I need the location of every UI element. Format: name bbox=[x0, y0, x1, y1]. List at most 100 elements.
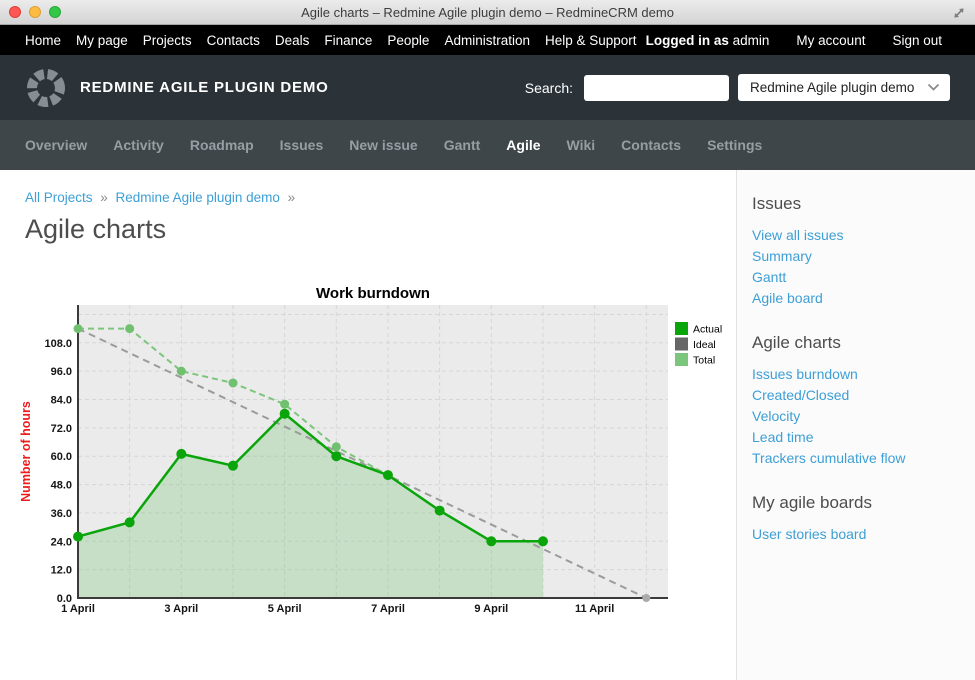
project-select-value: Redmine Agile plugin demo bbox=[750, 80, 914, 95]
breadcrumb-link[interactable]: Redmine Agile plugin demo bbox=[116, 190, 280, 205]
svg-text:36.0: 36.0 bbox=[51, 508, 72, 520]
svg-text:5 April: 5 April bbox=[268, 603, 302, 615]
tab-activity[interactable]: Activity bbox=[113, 137, 164, 153]
sidebar-link-user-stories-board[interactable]: User stories board bbox=[752, 523, 965, 544]
breadcrumb-separator: » bbox=[280, 190, 299, 205]
y-axis-labels: 0.012.024.036.048.060.072.084.096.0108.0 bbox=[44, 338, 72, 605]
sidebar-section: My agile boards User stories board bbox=[752, 493, 965, 544]
page-content: All Projects » Redmine Agile plugin demo… bbox=[0, 170, 975, 680]
header-tools: Search: Redmine Agile plugin demo bbox=[525, 74, 950, 101]
data-point bbox=[125, 517, 135, 527]
data-point bbox=[332, 442, 341, 451]
svg-text:11 April: 11 April bbox=[575, 603, 614, 615]
legend-label: Actual bbox=[693, 324, 722, 336]
project-tabbar: Overview Activity Roadmap Issues New issue Ga… bbox=[0, 120, 975, 170]
sidebar-link-agile-board[interactable]: Agile board bbox=[752, 287, 965, 308]
project-select[interactable]: Redmine Agile plugin demo bbox=[738, 74, 950, 101]
sidebar-link-velocity[interactable]: Velocity bbox=[752, 405, 965, 426]
top-nav-account: Logged in as admin My account Sign out bbox=[646, 33, 942, 48]
tab-roadmap[interactable]: Roadmap bbox=[190, 137, 254, 153]
data-point bbox=[228, 378, 237, 387]
sidebar-heading: My agile boards bbox=[752, 493, 965, 513]
data-point bbox=[331, 451, 341, 461]
top-nav-item[interactable]: Finance bbox=[324, 33, 372, 48]
tab-overview[interactable]: Overview bbox=[25, 137, 87, 153]
top-nav-list: Home My page Projects Contacts Deals Finance P… bbox=[25, 33, 637, 48]
current-user-link[interactable]: admin bbox=[733, 33, 770, 48]
account-link[interactable]: My account bbox=[796, 33, 865, 48]
data-point bbox=[125, 324, 134, 333]
tab-settings[interactable]: Settings bbox=[707, 137, 762, 153]
sidebar-heading: Issues bbox=[752, 194, 965, 214]
tab-agile[interactable]: Agile bbox=[506, 137, 540, 153]
svg-text:84.0: 84.0 bbox=[51, 395, 72, 407]
tab-gantt[interactable]: Gantt bbox=[444, 137, 481, 153]
tab-wiki[interactable]: Wiki bbox=[567, 137, 596, 153]
series-ideal-points bbox=[642, 594, 650, 602]
top-nav-item[interactable]: People bbox=[387, 33, 429, 48]
sidebar-link-summary[interactable]: Summary bbox=[752, 245, 965, 266]
top-nav-item[interactable]: Home bbox=[25, 33, 61, 48]
svg-text:3 April: 3 April bbox=[164, 603, 198, 615]
breadcrumb-separator: » bbox=[93, 190, 116, 205]
data-point bbox=[435, 506, 445, 516]
search-input[interactable] bbox=[584, 75, 729, 101]
svg-text:1 April: 1 April bbox=[61, 603, 95, 615]
chart-legend: Actual Ideal Total bbox=[675, 322, 722, 367]
legend-swatch-total bbox=[675, 353, 688, 366]
svg-text:24.0: 24.0 bbox=[51, 536, 72, 548]
logged-in-status: Logged in as admin bbox=[646, 33, 770, 48]
legend-swatch-actual bbox=[675, 322, 688, 335]
data-point bbox=[538, 536, 548, 546]
svg-text:108.0: 108.0 bbox=[44, 338, 72, 350]
svg-text:60.0: 60.0 bbox=[51, 451, 72, 463]
data-point bbox=[176, 449, 186, 459]
sidebar-link-created-closed[interactable]: Created/Closed bbox=[752, 384, 965, 405]
sidebar-section: Agile charts Issues burndownCreated/Close… bbox=[752, 333, 965, 468]
data-point bbox=[383, 470, 393, 480]
sidebar: Issues View all issuesSummaryGanttAgile b… bbox=[736, 170, 975, 680]
tab-contacts[interactable]: Contacts bbox=[621, 137, 681, 153]
y-axis-title: Number of hours bbox=[19, 401, 33, 502]
tab-issues[interactable]: Issues bbox=[280, 137, 324, 153]
work-burndown-chart: Work burndown0.012.024.036.048.060.072.0… bbox=[0, 270, 735, 630]
data-point bbox=[177, 367, 186, 376]
fullscreen-expand-icon[interactable] bbox=[951, 5, 967, 21]
sidebar-link-issues-burndown[interactable]: Issues burndown bbox=[752, 363, 965, 384]
data-point bbox=[280, 400, 289, 409]
account-link[interactable]: Sign out bbox=[892, 33, 942, 48]
site-header: REDMINE AGILE PLUGIN DEMO Search: Redmin… bbox=[0, 55, 975, 120]
sidebar-link-trackers-cumulative-flow[interactable]: Trackers cumulative flow bbox=[752, 447, 965, 468]
legend-label: Total bbox=[693, 355, 715, 367]
top-nav-item[interactable]: Help & Support bbox=[545, 33, 637, 48]
top-nav-item[interactable]: My page bbox=[76, 33, 128, 48]
svg-text:72.0: 72.0 bbox=[51, 423, 72, 435]
top-nav-item[interactable]: Contacts bbox=[207, 33, 260, 48]
chart-title: Work burndown bbox=[316, 285, 430, 302]
data-point bbox=[228, 461, 238, 471]
breadcrumb-link[interactable]: All Projects bbox=[25, 190, 93, 205]
search-label: Search: bbox=[525, 80, 573, 96]
window-titlebar: Agile charts – Redmine Agile plugin demo… bbox=[0, 0, 975, 25]
data-point bbox=[280, 409, 290, 419]
top-nav-item[interactable]: Deals bbox=[275, 33, 310, 48]
sidebar-link-gantt[interactable]: Gantt bbox=[752, 266, 965, 287]
site-logo[interactable]: REDMINE AGILE PLUGIN DEMO bbox=[25, 67, 329, 109]
svg-text:9 April: 9 April bbox=[474, 603, 508, 615]
sidebar-heading: Agile charts bbox=[752, 333, 965, 353]
legend-swatch-ideal bbox=[675, 338, 688, 351]
svg-text:7 April: 7 April bbox=[371, 603, 405, 615]
data-point bbox=[642, 594, 650, 602]
burndown-chart-svg: Work burndown0.012.024.036.048.060.072.0… bbox=[0, 270, 735, 630]
sidebar-link-view-all-issues[interactable]: View all issues bbox=[752, 224, 965, 245]
legend-label: Ideal bbox=[693, 339, 716, 351]
top-nav-item[interactable]: Administration bbox=[444, 33, 530, 48]
logged-in-label: Logged in as bbox=[646, 33, 729, 48]
data-point bbox=[73, 532, 83, 542]
logo-text: REDMINE AGILE PLUGIN DEMO bbox=[80, 79, 329, 96]
tab-new-issue[interactable]: New issue bbox=[349, 137, 417, 153]
sidebar-link-lead-time[interactable]: Lead time bbox=[752, 426, 965, 447]
top-navigation: Home My page Projects Contacts Deals Finance P… bbox=[0, 25, 975, 55]
page-title: Agile charts bbox=[25, 214, 166, 245]
top-nav-item[interactable]: Projects bbox=[143, 33, 192, 48]
